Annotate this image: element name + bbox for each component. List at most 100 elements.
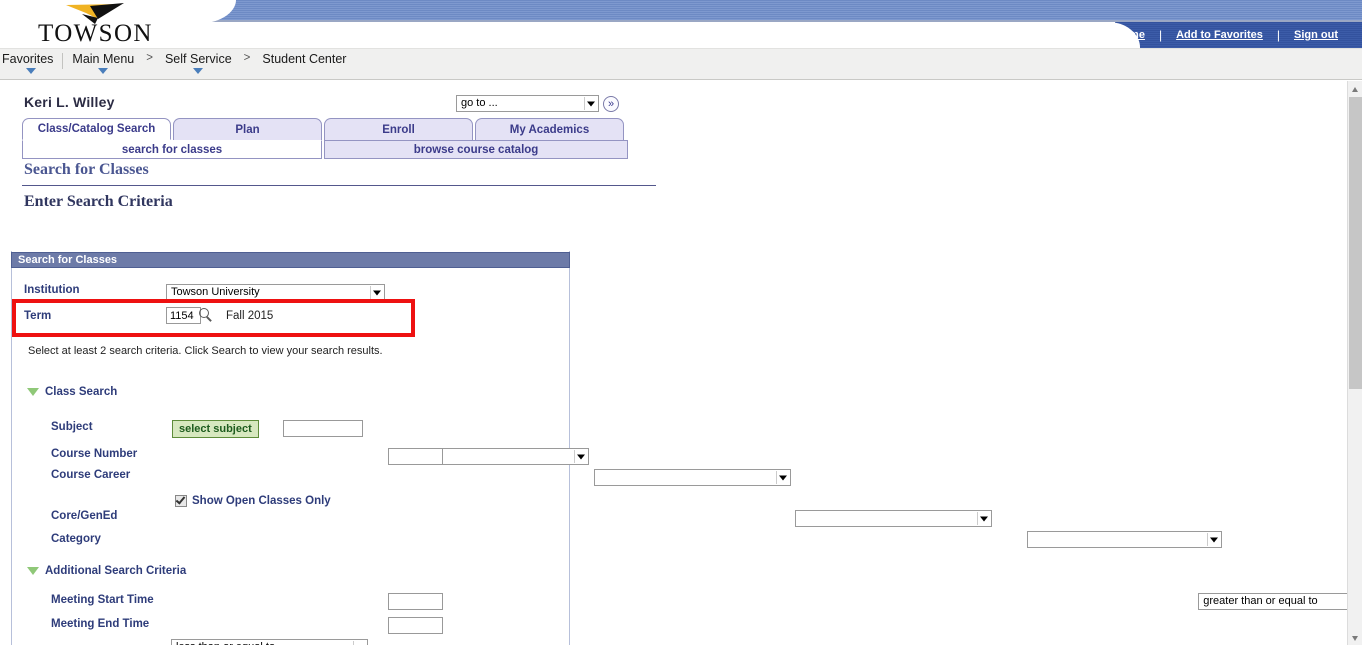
home-link[interactable]: Home bbox=[1100, 29, 1159, 41]
subtab-browse-course-catalog[interactable]: browse course catalog bbox=[324, 140, 628, 159]
magnifying-glass-icon[interactable] bbox=[199, 308, 213, 322]
select-divider bbox=[977, 512, 978, 525]
chevron-down-icon bbox=[26, 68, 36, 74]
subtab-search-for-classes[interactable]: search for classes bbox=[22, 140, 322, 159]
meeting-start-time-label: Meeting Start Time bbox=[51, 594, 154, 606]
select-divider bbox=[370, 286, 371, 299]
page-title: Search for Classes bbox=[24, 161, 149, 179]
breadcrumb-bar: Favorites Main Menu > Self Service > Stu… bbox=[0, 48, 1362, 80]
meeting-end-time-label: Meeting End Time bbox=[51, 618, 149, 630]
meeting-start-time-input[interactable] bbox=[388, 593, 443, 610]
term-label: Term bbox=[24, 310, 51, 322]
chevron-down-icon bbox=[980, 516, 988, 521]
select-divider bbox=[776, 471, 777, 484]
breadcrumb-favorites-label: Favorites bbox=[2, 52, 53, 66]
title-rule bbox=[22, 185, 656, 186]
class-search-section-label: Class Search bbox=[45, 386, 117, 398]
checkmark-icon bbox=[176, 494, 186, 504]
category-select[interactable] bbox=[1027, 531, 1222, 548]
meeting-start-time-operator-value: greater than or equal to bbox=[1203, 595, 1317, 607]
search-instruction: Select at least 2 search criteria. Click… bbox=[28, 345, 383, 357]
tab-class-catalog-search[interactable]: Class/Catalog Search bbox=[22, 118, 171, 140]
towson-logo[interactable]: TOWSON bbox=[38, 2, 198, 48]
term-input[interactable] bbox=[166, 307, 201, 324]
breadcrumb-self-service-label: Self Service bbox=[165, 52, 232, 66]
scroll-up-button[interactable] bbox=[1348, 81, 1362, 96]
vertical-scrollbar[interactable] bbox=[1347, 81, 1362, 645]
chevron-down-icon bbox=[779, 475, 787, 480]
header-links: Home | Add to Favorites | Sign out bbox=[1100, 25, 1352, 45]
show-open-classes-label: Show Open Classes Only bbox=[192, 495, 331, 507]
goto-select[interactable]: go to ... bbox=[456, 95, 599, 112]
scrollbar-thumb[interactable] bbox=[1349, 97, 1362, 389]
meeting-end-time-input[interactable] bbox=[388, 617, 443, 634]
core-gened-select[interactable] bbox=[795, 510, 992, 527]
chevron-down-icon bbox=[587, 101, 595, 106]
select-divider bbox=[353, 641, 354, 645]
chevron-down-icon bbox=[373, 290, 381, 295]
chevron-down-icon bbox=[193, 68, 203, 74]
search-panel-title: Search for Classes bbox=[12, 254, 117, 266]
magnifier-handle bbox=[206, 316, 211, 321]
show-open-classes-checkbox[interactable] bbox=[175, 495, 187, 507]
select-subject-button[interactable]: select subject bbox=[172, 420, 259, 438]
tab-label: Class/Catalog Search bbox=[38, 123, 156, 135]
term-description: Fall 2015 bbox=[226, 310, 273, 322]
tab-label: My Academics bbox=[510, 124, 589, 136]
institution-select[interactable]: Towson University bbox=[166, 284, 385, 301]
course-number-input[interactable] bbox=[388, 448, 443, 465]
breadcrumb-student-center[interactable]: Student Center bbox=[253, 52, 355, 66]
breadcrumb: Favorites Main Menu > Self Service > Stu… bbox=[0, 52, 355, 69]
chevron-down-icon bbox=[1210, 537, 1218, 542]
tab-plan[interactable]: Plan bbox=[173, 118, 322, 140]
meeting-end-time-operator-select[interactable]: less than or equal to bbox=[171, 639, 368, 645]
page-subtitle: Enter Search Criteria bbox=[24, 193, 173, 211]
breadcrumb-favorites[interactable]: Favorites bbox=[0, 52, 62, 66]
subject-label: Subject bbox=[51, 421, 93, 433]
course-career-select[interactable] bbox=[594, 469, 791, 486]
core-gened-label: Core/GenEd bbox=[51, 510, 117, 522]
meeting-end-time-operator-value: less than or equal to bbox=[176, 641, 275, 645]
sign-out-link[interactable]: Sign out bbox=[1280, 29, 1352, 41]
breadcrumb-self-service[interactable]: Self Service bbox=[156, 52, 241, 66]
page-content: Keri L. Willey go to ... » Class/Catalog… bbox=[0, 81, 1347, 645]
select-divider bbox=[574, 450, 575, 463]
breadcrumb-student-center-label: Student Center bbox=[262, 52, 346, 66]
collapse-triangle-icon bbox=[27, 567, 39, 575]
collapse-triangle-icon bbox=[27, 388, 39, 396]
tab-label: Enroll bbox=[382, 124, 415, 136]
scroll-down-button[interactable] bbox=[1348, 630, 1362, 645]
breadcrumb-main-menu-label: Main Menu bbox=[72, 52, 134, 66]
subject-input[interactable] bbox=[283, 420, 363, 437]
goto-select-value: go to ... bbox=[461, 97, 498, 109]
masthead: TOWSON Home | Add to Favorites | Sign ou… bbox=[0, 0, 1362, 48]
institution-select-value: Towson University bbox=[171, 286, 260, 298]
subtab-label: browse course catalog bbox=[414, 144, 539, 156]
tab-label: Plan bbox=[235, 124, 259, 136]
tab-my-academics[interactable]: My Academics bbox=[475, 118, 624, 140]
select-divider bbox=[584, 97, 585, 110]
tab-enroll[interactable]: Enroll bbox=[324, 118, 473, 140]
breadcrumb-sep-2: > bbox=[241, 52, 254, 64]
breadcrumb-sep-1: > bbox=[143, 52, 156, 64]
goto-submit-button[interactable]: » bbox=[603, 96, 619, 112]
goto-control: go to ... » bbox=[456, 95, 619, 112]
add-to-favorites-link[interactable]: Add to Favorites bbox=[1162, 29, 1277, 41]
category-label: Category bbox=[51, 533, 101, 545]
class-search-section-toggle[interactable]: Class Search bbox=[27, 386, 117, 398]
meeting-start-time-operator-select[interactable]: greater than or equal to bbox=[1198, 593, 1347, 610]
select-divider bbox=[1207, 533, 1208, 546]
chevron-down-icon bbox=[577, 454, 585, 459]
institution-label: Institution bbox=[24, 284, 80, 296]
additional-search-section-label: Additional Search Criteria bbox=[45, 565, 186, 577]
subtab-label: search for classes bbox=[122, 144, 222, 156]
triangle-down-icon bbox=[1352, 636, 1358, 641]
sub-tabs: search for classes browse course catalog bbox=[22, 140, 628, 159]
header-banner-stripe bbox=[210, 0, 1362, 22]
course-number-label: Course Number bbox=[51, 448, 137, 460]
breadcrumb-main-menu[interactable]: Main Menu bbox=[63, 52, 143, 66]
chevron-down-icon bbox=[98, 68, 108, 74]
logo-wordmark: TOWSON bbox=[38, 20, 153, 48]
additional-search-section-toggle[interactable]: Additional Search Criteria bbox=[27, 565, 186, 577]
search-panel-header: Search for Classes bbox=[11, 252, 570, 268]
